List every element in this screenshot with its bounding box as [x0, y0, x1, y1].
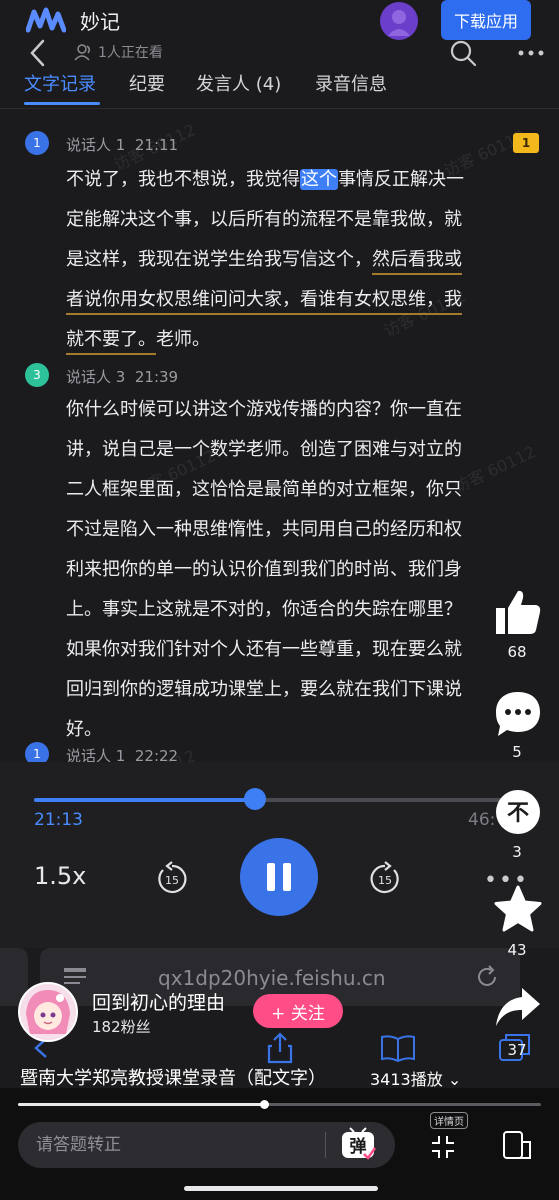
- share-arrow-icon[interactable]: [492, 982, 544, 1034]
- transcript-line: 讲，说自己是一个数学老师。创造了困难与对立的: [66, 439, 462, 460]
- reader-mode-icon[interactable]: [62, 966, 88, 988]
- speaker-meta: 说话人 1 21:11: [66, 134, 178, 155]
- tabs-divider: [0, 108, 559, 109]
- transcript-line: 是这样，我现在说学生给我写信这个，然后看我或: [66, 240, 496, 280]
- user-avatar[interactable]: [380, 2, 418, 40]
- speaker-name[interactable]: 说话人 3: [66, 368, 125, 386]
- timestamp[interactable]: 21:11: [135, 136, 178, 154]
- rewind-seconds: 15: [165, 874, 179, 887]
- progress-fill: [34, 798, 255, 802]
- more-options-icon[interactable]: [515, 38, 547, 68]
- url-text[interactable]: qx1dp20hyie.feishu.cn: [158, 966, 386, 990]
- transcript-line: 定能解决这个事，以后所有的流程不是靠我做，就: [66, 209, 462, 230]
- speaker-badge: 1: [25, 131, 49, 155]
- transcript-line: 回归到你的逻辑成功课堂上，要么就在我们下课说: [66, 679, 462, 700]
- active-tab-indicator: [24, 102, 100, 105]
- favorite-count: 43: [507, 941, 527, 959]
- comment-bubble-icon[interactable]: [492, 688, 544, 740]
- tab-speakers[interactable]: 发言人 (4): [196, 70, 281, 96]
- dislike-icon[interactable]: 不: [492, 786, 544, 838]
- anime-avatar-icon: [20, 984, 76, 1040]
- transcript-line: 不说了，我也不想说，我觉得这个事情反正解决一: [66, 169, 464, 190]
- dislike-glyph: 不: [507, 801, 529, 826]
- danmaku-toggle-icon[interactable]: 弹: [340, 1126, 376, 1162]
- person-icon: [388, 10, 410, 36]
- speaker-badge: 3: [25, 363, 49, 387]
- rewind-15-icon[interactable]: 15: [155, 860, 189, 896]
- current-word-highlight: 这个: [300, 169, 338, 190]
- timestamp[interactable]: 21:39: [135, 368, 178, 386]
- transcript-line: 上。事实上这就是不对的，你适合的失踪在哪里？: [66, 599, 462, 620]
- thumbs-up-icon[interactable]: [492, 586, 544, 638]
- current-time: 21:13: [34, 810, 83, 830]
- bookmarks-icon[interactable]: [380, 1034, 416, 1062]
- pause-icon: [267, 863, 291, 891]
- transcript-paragraph[interactable]: 不说了，我也不想说，我觉得这个事情反正解决一 定能解决这个事，以后所有的流程不是…: [66, 160, 496, 360]
- video-seek-fill: [18, 1103, 264, 1106]
- dislike-count: 3: [512, 843, 522, 861]
- detail-page-tag[interactable]: 详情页: [430, 1112, 468, 1129]
- forward-15-icon[interactable]: 15: [368, 860, 402, 896]
- share-count: 37: [507, 1041, 527, 1059]
- forward-seconds: 15: [378, 874, 392, 887]
- video-seek-handle[interactable]: [260, 1100, 269, 1109]
- playback-speed-button[interactable]: 1.5x: [34, 862, 86, 890]
- browser-share-icon[interactable]: [266, 1032, 294, 1064]
- transcript-line: 好。: [66, 719, 102, 740]
- transcript-line: 者说你用女权思维问问大家，看谁有女权思维，我: [66, 280, 496, 320]
- progress-handle[interactable]: [244, 788, 266, 810]
- speaker-name[interactable]: 说话人 1: [66, 136, 125, 154]
- back-chevron-icon[interactable]: [24, 38, 54, 68]
- rotate-screen-icon[interactable]: [500, 1128, 534, 1162]
- transcript-line: 就不要了。老师。: [66, 320, 496, 360]
- tab-transcript[interactable]: 文字记录: [24, 70, 96, 96]
- commented-text[interactable]: 就不要了。: [66, 329, 156, 355]
- author-avatar[interactable]: [18, 982, 78, 1042]
- home-indicator: [184, 1186, 378, 1191]
- search-icon[interactable]: [448, 38, 478, 68]
- transcript-line: 利来把你的单一的认识价值到我们的时尚、我们身: [66, 559, 462, 580]
- transcript-line: 你什么时候可以讲这个游戏传播的内容？你一直在: [66, 399, 462, 420]
- danmaku-glyph: 弹: [350, 1136, 367, 1157]
- video-title[interactable]: 暨南大学郑亮教授课堂录音（配文字）: [20, 1064, 326, 1090]
- transcript-line: 不过是陷入一种思维惰性，共同用自己的经历和权: [66, 519, 462, 540]
- transcript-line: 二人框架里面，这恰恰是最简单的对立框架，你只: [66, 479, 462, 500]
- star-icon[interactable]: [492, 884, 544, 936]
- follow-button[interactable]: + 关注: [253, 994, 343, 1028]
- transcript-paragraph[interactable]: 你什么时候可以讲这个游戏传播的内容？你一直在 讲，说自己是一个数学老师。创造了困…: [66, 390, 496, 750]
- author-name[interactable]: 回到初心的理由: [92, 988, 225, 1015]
- comment-count: 5: [512, 743, 522, 761]
- commented-text[interactable]: 然后看我或: [372, 249, 462, 275]
- collapse-icon[interactable]: [430, 1134, 456, 1160]
- pause-button[interactable]: [240, 838, 318, 916]
- input-divider: [325, 1132, 326, 1158]
- viewer-count: 1人正在看: [98, 45, 163, 61]
- chevron-down-icon: ⌄: [442, 1070, 462, 1089]
- comment-input[interactable]: 请答题转正: [18, 1122, 395, 1168]
- download-app-button[interactable]: 下载应用: [441, 0, 531, 40]
- fan-count: 182粉丝: [92, 1018, 151, 1036]
- transcript-line: 如果你对我们针对个人还有一些尊重，现在要么就: [66, 639, 462, 660]
- miaoji-logo-icon: [26, 7, 66, 33]
- speaker-meta: 说话人 3 21:39: [66, 366, 178, 387]
- tab-summary[interactable]: 纪要: [129, 70, 165, 96]
- app-title: 妙记: [80, 10, 120, 34]
- commented-text[interactable]: 者说你用女权思维问问大家，看谁有女权思维，我: [66, 289, 462, 315]
- like-count: 68: [507, 643, 527, 661]
- comment-count-flag[interactable]: 1: [513, 133, 539, 153]
- viewers-icon: [74, 44, 91, 61]
- tab-recording-info[interactable]: 录音信息: [315, 70, 387, 96]
- play-count[interactable]: 3413播放 ⌄: [370, 1066, 461, 1090]
